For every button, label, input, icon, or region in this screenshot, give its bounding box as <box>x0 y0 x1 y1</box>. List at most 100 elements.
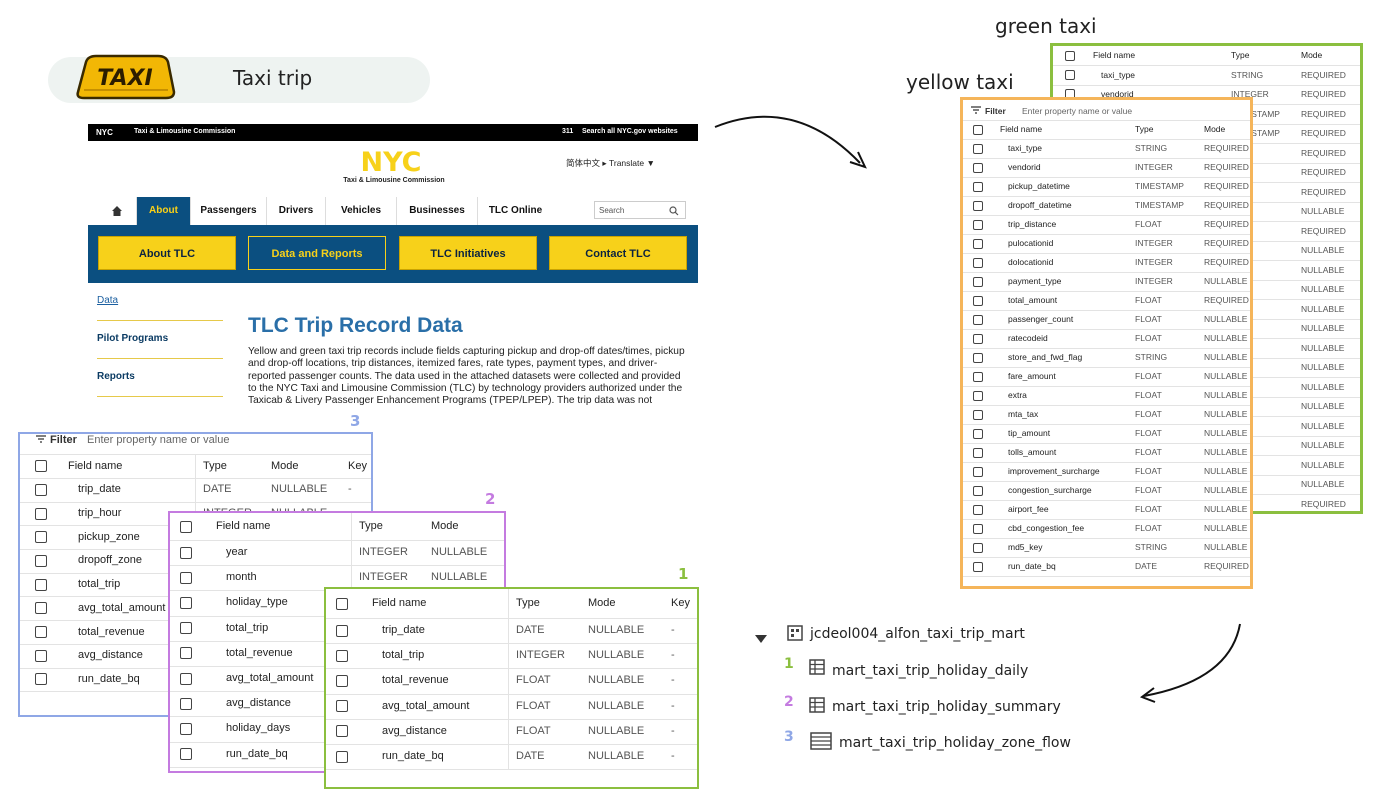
row-checkbox[interactable] <box>35 483 47 496</box>
row-checkbox[interactable] <box>180 546 192 559</box>
cell-name[interactable]: pickup_zone <box>78 531 140 543</box>
cell-name[interactable]: airport_fee <box>1008 504 1049 514</box>
filter-bar[interactable]: Filter Enter property name or value <box>20 434 371 455</box>
row-checkbox[interactable] <box>973 485 983 496</box>
row-checkbox[interactable] <box>973 333 983 344</box>
collapse-caret-icon[interactable] <box>755 630 769 643</box>
row-checkbox[interactable] <box>336 725 348 738</box>
side-link-reports[interactable]: Reports <box>97 371 135 382</box>
column-header-mode[interactable]: Mode <box>588 597 616 609</box>
column-header-name[interactable]: Field name <box>372 597 426 609</box>
cell-name[interactable]: trip_hour <box>78 507 121 519</box>
cell-name[interactable]: run_date_bq <box>226 748 288 760</box>
cell-name[interactable]: total_trip <box>226 622 268 634</box>
row-checkbox[interactable] <box>973 257 983 268</box>
search-input[interactable]: Search <box>594 201 686 219</box>
row-checkbox[interactable] <box>180 571 192 584</box>
row-checkbox[interactable] <box>180 697 192 710</box>
row-checkbox[interactable] <box>973 447 983 458</box>
nav-vehicles[interactable]: Vehicles <box>325 197 396 225</box>
cell-name[interactable]: trip_distance <box>1008 219 1056 229</box>
column-header-name[interactable]: Field name <box>68 460 122 472</box>
contact-tlc-button[interactable]: Contact TLC <box>549 236 687 270</box>
row-checkbox[interactable] <box>180 647 192 660</box>
row-checkbox[interactable] <box>973 561 983 572</box>
cell-name[interactable]: fare_amount <box>1008 371 1056 381</box>
select-all-checkbox[interactable] <box>973 124 983 135</box>
tree-table-summary[interactable]: mart_taxi_trip_holiday_summary <box>832 699 1061 715</box>
row-checkbox[interactable] <box>35 554 47 567</box>
column-header-name[interactable]: Field name <box>216 520 270 532</box>
row-checkbox[interactable] <box>336 700 348 713</box>
row-checkbox[interactable] <box>973 371 983 382</box>
nav-about[interactable]: About <box>136 197 190 225</box>
row-checkbox[interactable] <box>35 602 47 615</box>
row-checkbox[interactable] <box>35 531 47 544</box>
cell-name[interactable]: mta_tax <box>1008 409 1038 419</box>
cell-name[interactable]: md5_key <box>1008 542 1043 552</box>
filter-bar[interactable]: Filter Enter property name or value <box>963 100 1250 121</box>
column-header-name[interactable]: Field name <box>1000 124 1042 134</box>
cell-name[interactable]: payment_type <box>1008 276 1061 286</box>
cell-name[interactable]: avg_total_amount <box>226 672 313 684</box>
cell-name[interactable]: total_revenue <box>78 626 145 638</box>
row-checkbox[interactable] <box>180 622 192 635</box>
row-checkbox[interactable] <box>973 390 983 401</box>
filter-input[interactable]: Enter property name or value <box>87 434 229 446</box>
row-checkbox[interactable] <box>973 295 983 306</box>
nyc-logo[interactable]: NYC <box>354 149 428 173</box>
cell-name[interactable]: avg_total_amount <box>78 602 165 614</box>
row-checkbox[interactable] <box>973 504 983 515</box>
translate-control[interactable]: 简体中文 ▸ Translate ▼ <box>566 157 655 169</box>
column-header-key[interactable]: Key <box>671 597 690 609</box>
row-checkbox[interactable] <box>973 181 983 192</box>
tree-table-daily[interactable]: mart_taxi_trip_holiday_daily <box>832 663 1028 679</box>
topbar-311[interactable]: 311 <box>562 128 573 135</box>
column-header-type[interactable]: Type <box>203 460 227 472</box>
nav-drivers[interactable]: Drivers <box>266 197 325 225</box>
row-checkbox[interactable] <box>35 626 47 639</box>
cell-name[interactable]: holiday_type <box>226 596 288 608</box>
cell-name[interactable]: total_revenue <box>382 674 449 686</box>
filter-input[interactable]: Enter property name or value <box>1022 106 1132 116</box>
cell-name[interactable]: ratecodeid <box>1008 333 1048 343</box>
cell-name[interactable]: month <box>226 571 257 583</box>
column-header-type[interactable]: Type <box>359 520 383 532</box>
cell-name[interactable]: avg_distance <box>382 725 447 737</box>
select-all-checkbox[interactable] <box>1065 50 1075 61</box>
row-checkbox[interactable] <box>35 578 47 591</box>
cell-name[interactable]: avg_distance <box>78 649 143 661</box>
row-checkbox[interactable] <box>973 352 983 363</box>
tree-table-zone-flow[interactable]: mart_taxi_trip_holiday_zone_flow <box>839 735 1071 751</box>
row-checkbox[interactable] <box>973 276 983 287</box>
cell-name[interactable]: avg_total_amount <box>382 700 469 712</box>
cell-name[interactable]: vendorid <box>1008 162 1041 172</box>
cell-name[interactable]: year <box>226 546 247 558</box>
column-header-type[interactable]: Type <box>1231 50 1249 60</box>
cell-name[interactable]: taxi_type <box>1008 143 1042 153</box>
row-checkbox[interactable] <box>180 748 192 761</box>
cell-name[interactable]: trip_date <box>382 624 425 636</box>
row-checkbox[interactable] <box>973 409 983 420</box>
select-all-checkbox[interactable] <box>180 520 192 533</box>
cell-name[interactable]: dropoff_datetime <box>1008 200 1072 210</box>
column-header-mode[interactable]: Mode <box>1204 124 1225 134</box>
cell-name[interactable]: run_date_bq <box>78 673 140 685</box>
cell-name[interactable]: holiday_days <box>226 722 290 734</box>
cell-name[interactable]: taxi_type <box>1101 70 1135 80</box>
side-link-data[interactable]: Data <box>97 295 118 306</box>
cell-name[interactable]: pickup_datetime <box>1008 181 1070 191</box>
cell-name[interactable]: extra <box>1008 390 1027 400</box>
row-checkbox[interactable] <box>973 314 983 325</box>
row-checkbox[interactable] <box>973 219 983 230</box>
home-icon[interactable] <box>98 197 135 225</box>
nyc-mini-logo[interactable]: NYC <box>96 128 113 137</box>
cell-name[interactable]: passenger_count <box>1008 314 1073 324</box>
row-checkbox[interactable] <box>336 649 348 662</box>
cell-name[interactable]: total_amount <box>1008 295 1057 305</box>
search-all-link[interactable]: Search all NYC.gov websites <box>582 128 678 135</box>
row-checkbox[interactable] <box>336 674 348 687</box>
cell-name[interactable]: tip_amount <box>1008 428 1050 438</box>
cell-name[interactable]: total_revenue <box>226 647 293 659</box>
column-header-mode[interactable]: Mode <box>1301 50 1322 60</box>
